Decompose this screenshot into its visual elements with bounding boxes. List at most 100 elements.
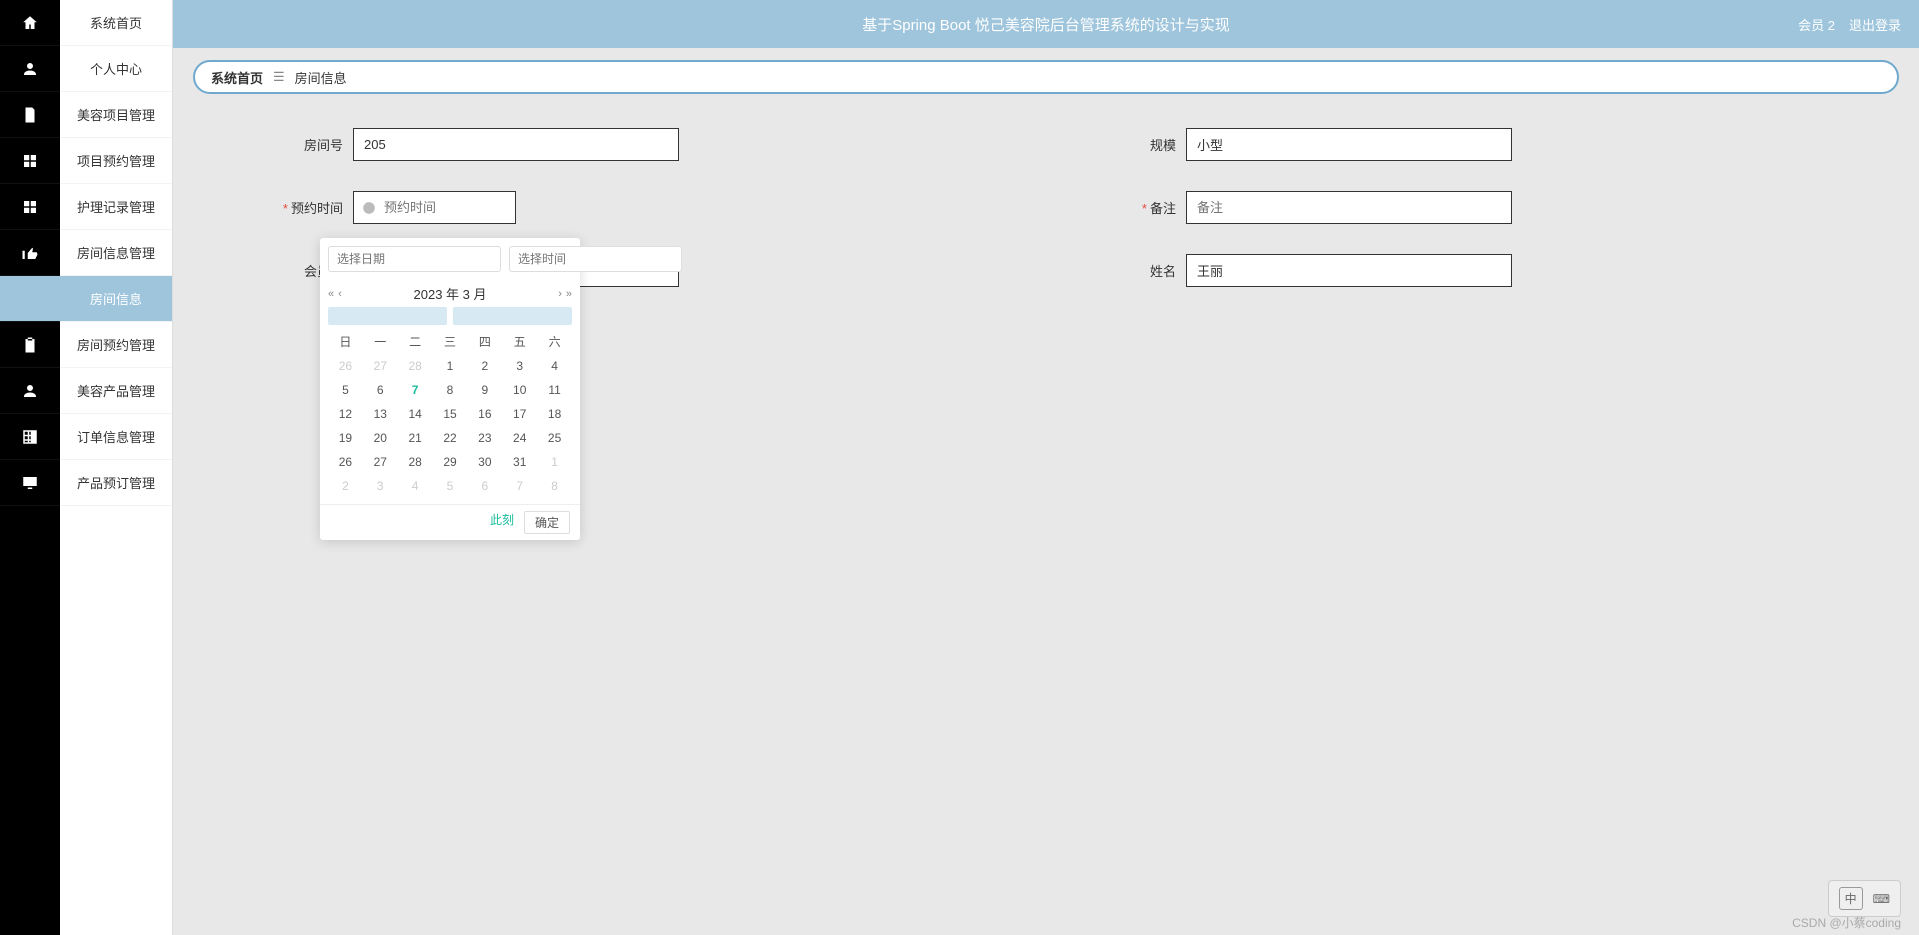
dp-day[interactable]: 10 — [502, 378, 537, 402]
dp-prev-month-icon[interactable]: ‹ — [338, 288, 342, 300]
nav-home[interactable]: 系统首页 — [60, 0, 172, 46]
dp-day[interactable]: 17 — [502, 402, 537, 426]
dp-day[interactable]: 7 — [502, 474, 537, 498]
user-area: 会员 2 退出登录 — [1798, 15, 1901, 34]
dp-day[interactable]: 14 — [398, 402, 433, 426]
dp-hint-2 — [453, 307, 572, 325]
dp-day[interactable]: 29 — [433, 450, 468, 474]
dp-weekday: 五 — [502, 333, 537, 350]
nav-room-reserve[interactable]: 房间预约管理 — [60, 322, 172, 368]
ime-lang-icon[interactable]: 中 — [1839, 887, 1863, 910]
dp-day[interactable]: 5 — [328, 378, 363, 402]
dp-day[interactable]: 21 — [398, 426, 433, 450]
dp-day[interactable]: 9 — [467, 378, 502, 402]
dp-day[interactable]: 6 — [363, 378, 398, 402]
dp-day[interactable]: 12 — [328, 402, 363, 426]
dp-day[interactable]: 6 — [467, 474, 502, 498]
input-time[interactable] — [353, 191, 516, 224]
dp-day[interactable]: 8 — [537, 474, 572, 498]
dp-now-button[interactable]: 此刻 — [490, 511, 514, 534]
icon-rail — [0, 0, 60, 935]
dp-day[interactable]: 26 — [328, 450, 363, 474]
input-room-no[interactable] — [353, 128, 679, 161]
header: 基于Spring Boot 悦己美容院后台管理系统的设计与实现 会员 2 退出登… — [173, 0, 1919, 48]
row-room-no: 房间号 — [233, 128, 1026, 161]
rail-home-icon[interactable] — [0, 0, 60, 46]
dp-next-year-icon[interactable]: » — [566, 288, 572, 300]
label-time: *预约时间 — [233, 198, 353, 217]
rail-table-icon[interactable] — [0, 414, 60, 460]
dp-ok-button[interactable]: 确定 — [524, 511, 570, 534]
dp-day[interactable]: 26 — [328, 354, 363, 378]
dp-weekday: 一 — [363, 333, 398, 350]
dp-day[interactable]: 31 — [502, 450, 537, 474]
dp-day[interactable]: 13 — [363, 402, 398, 426]
dp-day[interactable]: 18 — [537, 402, 572, 426]
dp-day[interactable]: 8 — [433, 378, 468, 402]
logout-link[interactable]: 退出登录 — [1849, 15, 1901, 34]
dp-time-input[interactable] — [509, 246, 682, 272]
dp-next-month-icon[interactable]: › — [558, 288, 562, 300]
rail-person-icon[interactable] — [0, 368, 60, 414]
dp-weekday: 二 — [398, 333, 433, 350]
dp-day[interactable]: 3 — [363, 474, 398, 498]
datepicker: «‹ 2023 年 3 月 ›» 日一二三四五六 262728123456789… — [320, 238, 580, 540]
nav-project-reserve[interactable]: 项目预约管理 — [60, 138, 172, 184]
rail-doc-icon[interactable] — [0, 92, 60, 138]
dp-day[interactable]: 28 — [398, 450, 433, 474]
user-label[interactable]: 会员 2 — [1798, 15, 1835, 34]
dp-day[interactable]: 25 — [537, 426, 572, 450]
nav-room-info-mgmt[interactable]: 房间信息管理 — [60, 230, 172, 276]
row-time: *预约时间 — [233, 191, 1026, 224]
breadcrumb-current: 房间信息 — [295, 68, 347, 87]
input-name[interactable] — [1186, 254, 1512, 287]
dp-hint-1 — [328, 307, 447, 325]
rail-clipboard-icon[interactable] — [0, 322, 60, 368]
dp-day[interactable]: 19 — [328, 426, 363, 450]
dp-day[interactable]: 1 — [433, 354, 468, 378]
dp-day[interactable]: 30 — [467, 450, 502, 474]
dp-day[interactable]: 3 — [502, 354, 537, 378]
rail-thumb-icon[interactable] — [0, 230, 60, 276]
dp-date-input[interactable] — [328, 246, 501, 272]
label-room-no: 房间号 — [233, 135, 353, 154]
label-scale: 规模 — [1066, 135, 1186, 154]
rail-user-icon[interactable] — [0, 46, 60, 92]
nav-beauty-project[interactable]: 美容项目管理 — [60, 92, 172, 138]
nav-room-info[interactable]: 房间信息 — [60, 276, 172, 322]
nav-order-info[interactable]: 订单信息管理 — [60, 414, 172, 460]
breadcrumb-home[interactable]: 系统首页 — [211, 68, 263, 87]
rail-grid2-icon[interactable] — [0, 184, 60, 230]
input-scale[interactable] — [1186, 128, 1512, 161]
dp-title: 2023 年 3 月 — [414, 284, 487, 303]
nav-product-mgmt[interactable]: 美容产品管理 — [60, 368, 172, 414]
dp-day[interactable]: 1 — [537, 450, 572, 474]
dp-day[interactable]: 28 — [398, 354, 433, 378]
dp-day[interactable]: 15 — [433, 402, 468, 426]
rail-grid-icon[interactable] — [0, 138, 60, 184]
dp-prev-year-icon[interactable]: « — [328, 288, 334, 300]
clock-icon — [362, 201, 376, 215]
dp-day[interactable]: 16 — [467, 402, 502, 426]
dp-day[interactable]: 23 — [467, 426, 502, 450]
dp-weekday: 日 — [328, 333, 363, 350]
dp-day[interactable]: 2 — [467, 354, 502, 378]
nav-product-reserve[interactable]: 产品预订管理 — [60, 460, 172, 506]
nav-care-record[interactable]: 护理记录管理 — [60, 184, 172, 230]
dp-day[interactable]: 2 — [328, 474, 363, 498]
dp-day[interactable]: 24 — [502, 426, 537, 450]
dp-day[interactable]: 27 — [363, 450, 398, 474]
dp-day[interactable]: 4 — [398, 474, 433, 498]
rail-monitor-icon[interactable] — [0, 460, 60, 506]
dp-day[interactable]: 4 — [537, 354, 572, 378]
dp-day[interactable]: 22 — [433, 426, 468, 450]
dp-day[interactable]: 27 — [363, 354, 398, 378]
input-remark[interactable] — [1186, 191, 1512, 224]
nav-profile[interactable]: 个人中心 — [60, 46, 172, 92]
dp-day[interactable]: 5 — [433, 474, 468, 498]
row-name: 姓名 — [1066, 254, 1859, 287]
dp-day[interactable]: 11 — [537, 378, 572, 402]
dp-day[interactable]: 20 — [363, 426, 398, 450]
dp-day[interactable]: 7 — [398, 378, 433, 402]
breadcrumb-sep-icon: ☰ — [273, 69, 285, 85]
